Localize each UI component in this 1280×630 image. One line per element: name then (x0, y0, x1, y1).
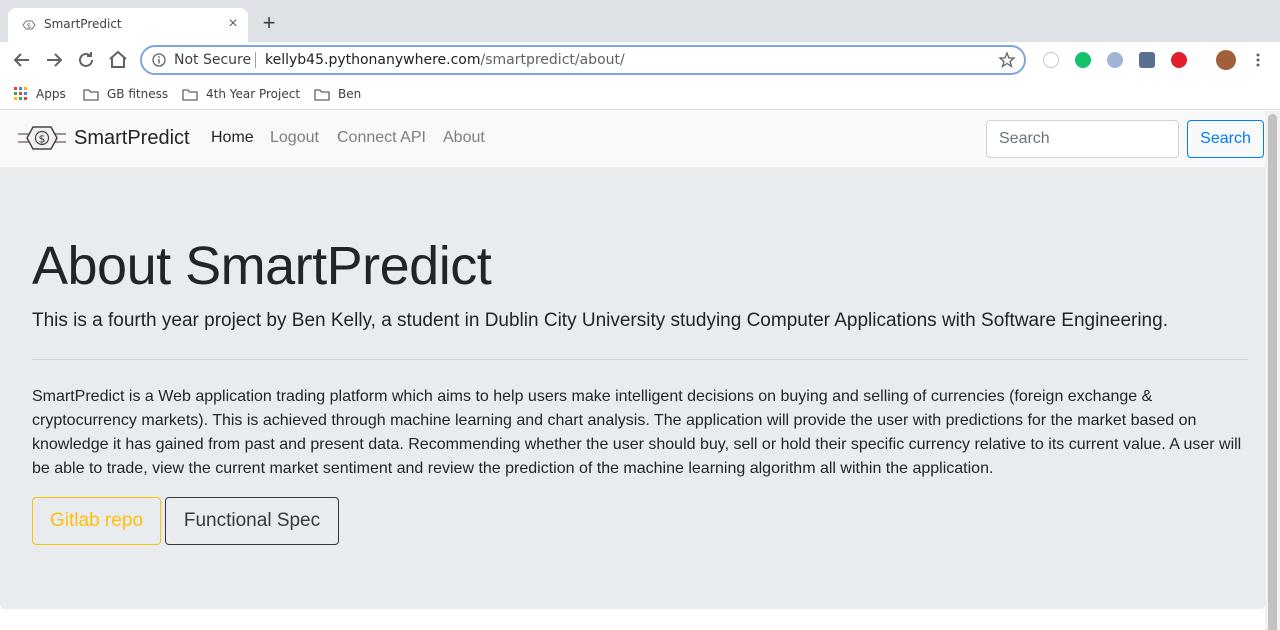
lead-paragraph: This is a fourth year project by Ben Kel… (32, 310, 1168, 331)
brand-name: SmartPredict (74, 126, 190, 149)
url-text[interactable]: kellyb45.pythonanywhere.com/smartpredict… (265, 52, 625, 68)
brand[interactable]: $ SmartPredict (16, 123, 190, 153)
bookmarks-bar: Apps GB fitness 4th Year Project Ben (0, 78, 1280, 110)
folder-icon (182, 88, 198, 101)
nav-link-about[interactable]: About (443, 129, 485, 147)
site-navbar: $ SmartPredict Home Logout Connect API A… (0, 111, 1265, 167)
address-bar[interactable]: Not Secure kellyb45.pythonanywhere.com/s… (140, 45, 1026, 75)
browser-toolbar: Not Secure kellyb45.pythonanywhere.com/s… (0, 42, 1280, 78)
bookmark-star-icon[interactable] (998, 51, 1016, 69)
adblock-icon[interactable] (1171, 52, 1187, 68)
url-path: /smartpredict/about/ (480, 52, 625, 68)
info-icon[interactable] (152, 53, 166, 67)
forward-icon[interactable] (42, 48, 66, 72)
extension-help-icon[interactable] (1043, 52, 1059, 68)
bookmark-ben[interactable]: Ben (314, 84, 361, 104)
about-jumbotron: About SmartPredict This is a fourth year… (0, 167, 1265, 609)
site-favicon-icon: $ (22, 20, 36, 30)
url-host: kellyb45.pythonanywhere.com (265, 52, 481, 68)
svg-text:$: $ (27, 22, 31, 30)
svg-text:$: $ (39, 133, 46, 146)
nav-link-logout[interactable]: Logout (270, 129, 319, 147)
nav-link-connect-api[interactable]: Connect API (337, 129, 426, 147)
search-button[interactable]: Search (1187, 120, 1264, 158)
tab-title: SmartPredict (44, 17, 122, 31)
scrollbar-thumb[interactable] (1268, 114, 1277, 630)
omnibox-divider (255, 52, 256, 68)
new-tab-button[interactable]: + (259, 12, 279, 34)
folder-icon (314, 88, 330, 101)
tab-close-icon[interactable]: × (224, 15, 242, 33)
reload-icon[interactable] (74, 48, 98, 72)
browser-tab-strip: $ SmartPredict × + (0, 0, 1280, 42)
gitlab-repo-button[interactable]: Gitlab repo (32, 497, 161, 545)
description-paragraph: SmartPredict is a Web application tradin… (32, 388, 1242, 477)
bookmark-label: Ben (338, 87, 362, 101)
bookmark-label: 4th Year Project (206, 87, 301, 101)
profile-avatar[interactable] (1216, 50, 1236, 70)
menu-kebab-icon[interactable] (1252, 52, 1264, 68)
grammarly-icon[interactable] (1075, 52, 1091, 68)
page-title: About SmartPredict (32, 236, 492, 296)
nav-link-home[interactable]: Home (211, 129, 254, 147)
bookmark-label: GB fitness (107, 87, 169, 101)
divider (32, 359, 1248, 360)
security-label[interactable]: Not Secure (174, 52, 251, 68)
bookmark-apps[interactable]: Apps (14, 84, 66, 104)
bookmark-4th-year-project[interactable]: 4th Year Project (182, 84, 300, 104)
home-icon[interactable] (106, 48, 130, 72)
smartpredict-logo-icon: $ (18, 126, 66, 150)
browser-tab[interactable]: $ SmartPredict × (8, 8, 248, 42)
functional-spec-button[interactable]: Functional Spec (165, 497, 339, 545)
extension-drop-icon[interactable] (1107, 52, 1123, 68)
vertical-scrollbar[interactable] (1265, 111, 1280, 630)
search-input[interactable] (986, 120, 1179, 158)
back-icon[interactable] (10, 48, 34, 72)
apps-grid-icon (14, 87, 27, 100)
bookmark-gb-fitness[interactable]: GB fitness (83, 84, 168, 104)
extension-puzzle-icon[interactable] (1139, 52, 1155, 68)
folder-icon (83, 88, 99, 101)
page-viewport: $ SmartPredict Home Logout Connect API A… (0, 111, 1280, 630)
bookmark-label: Apps (36, 87, 66, 101)
